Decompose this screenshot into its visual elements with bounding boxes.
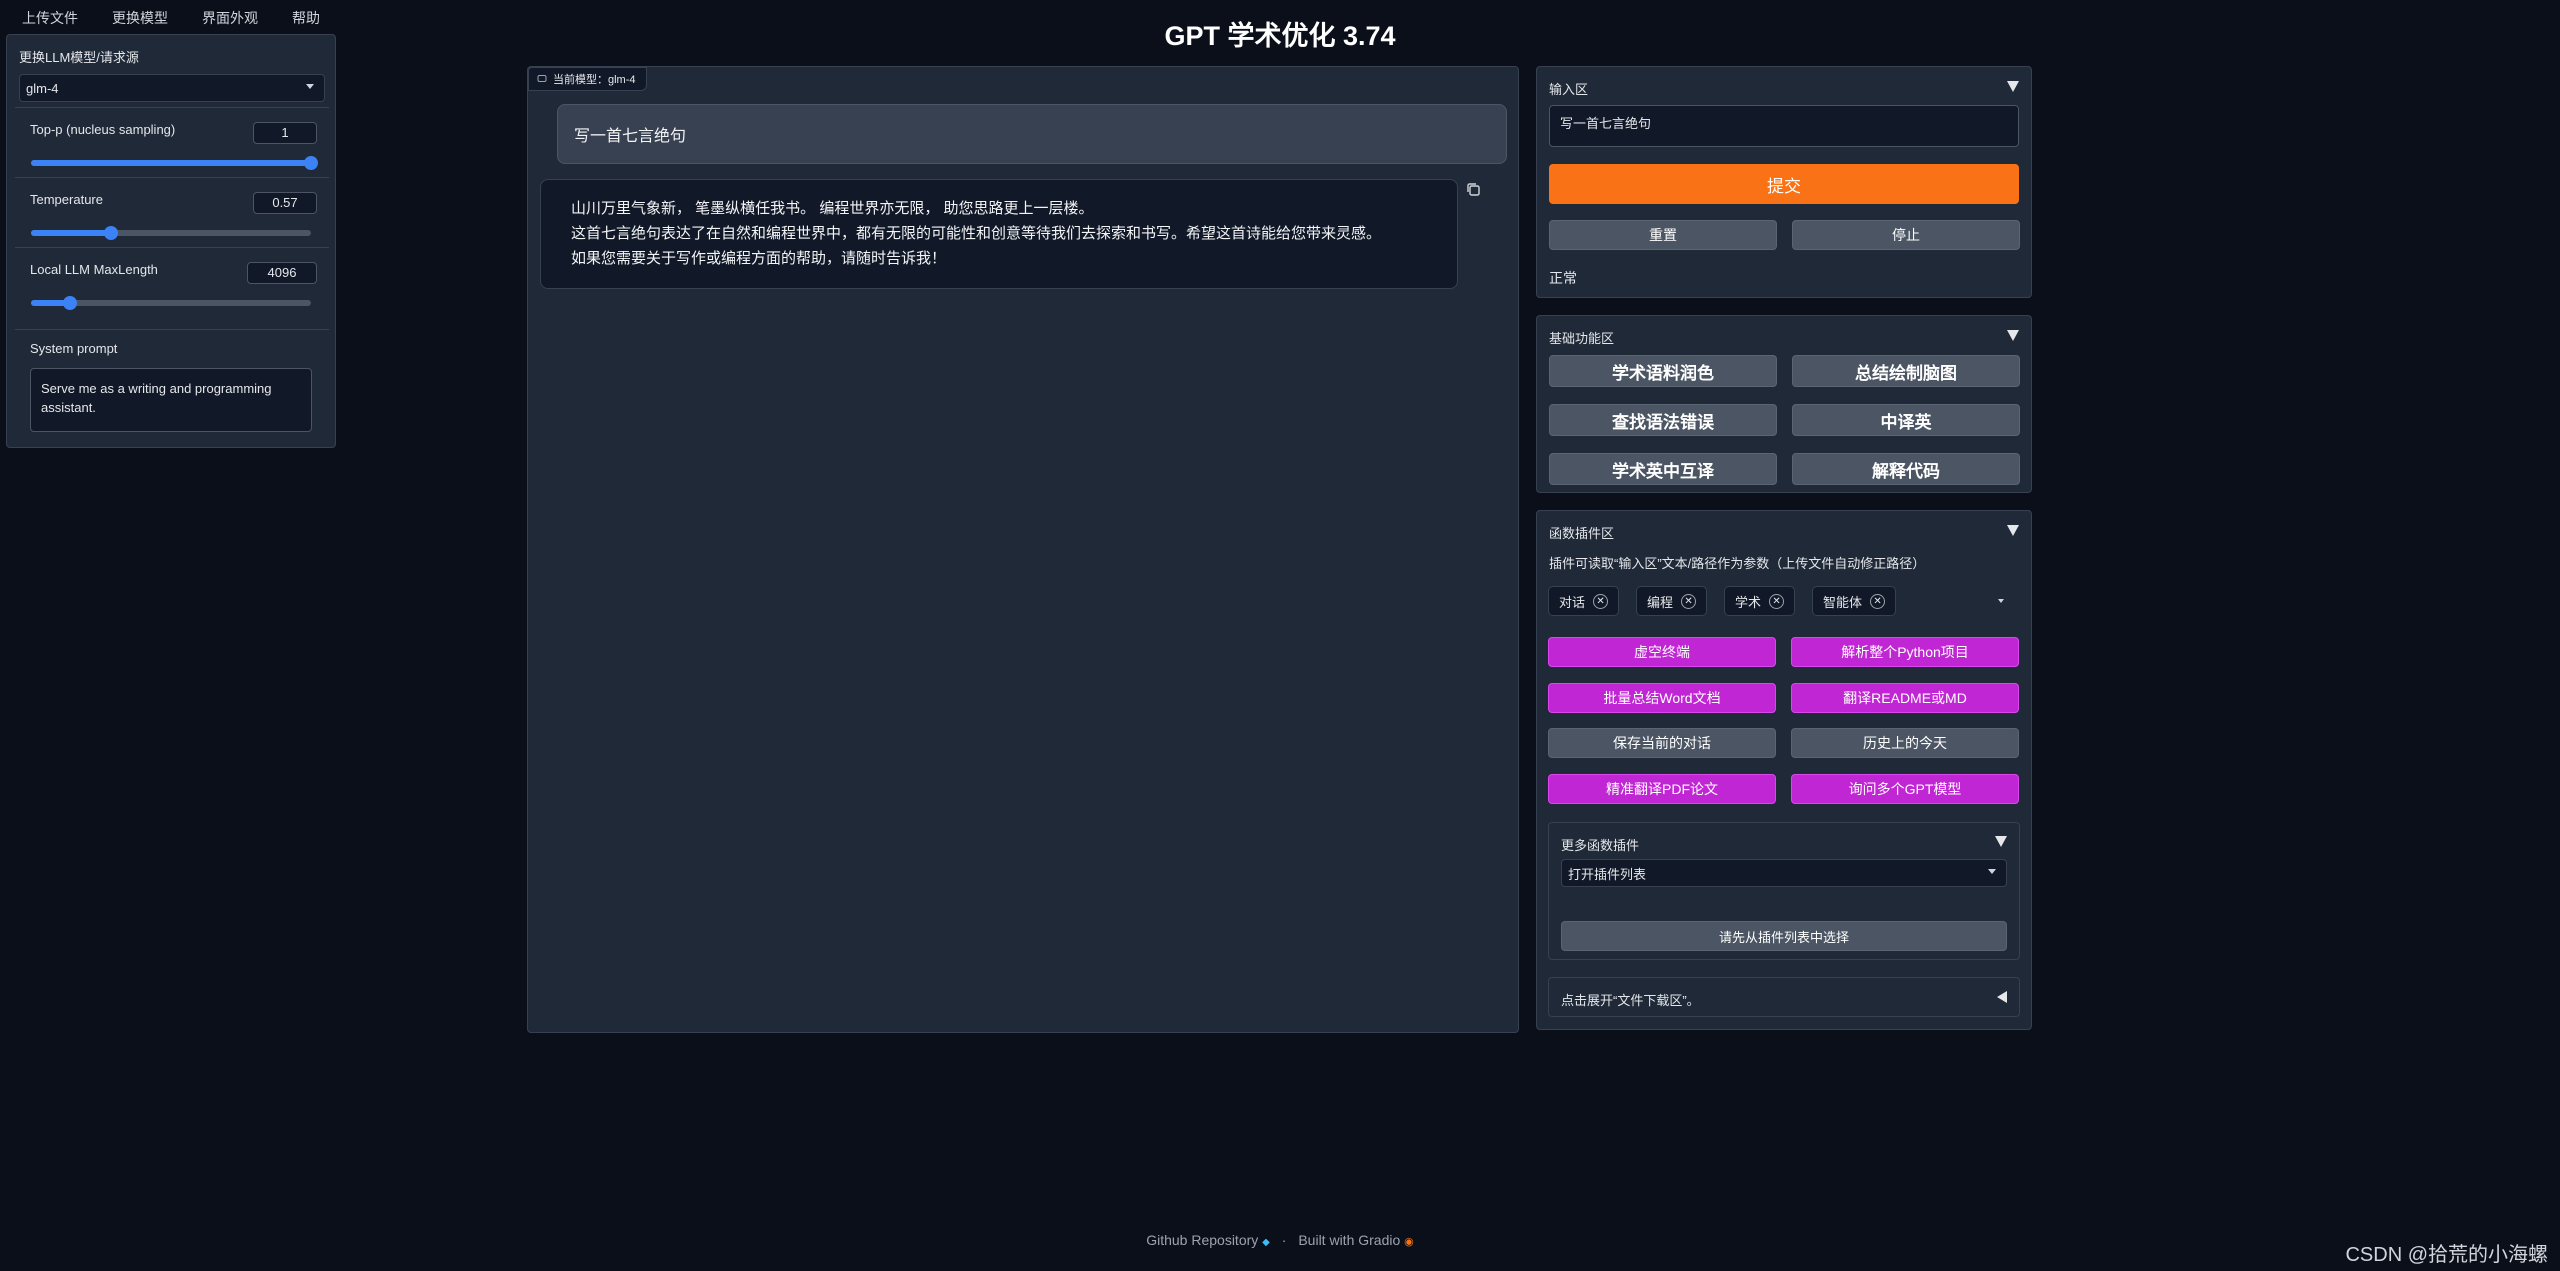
chevron-down-icon: [1988, 869, 1996, 874]
footer-separator: ·: [1281, 1232, 1287, 1248]
plugins-hint: 插件可读取“输入区”文本/路径作为参数（上传文件自动修正路径）: [1549, 556, 1926, 571]
collapse-triangle-icon[interactable]: [2007, 81, 2019, 92]
status-text: 正常: [1549, 270, 1577, 286]
bot-message-line: 山川万里气象新， 笔墨纵横任我书。 编程世界亦无限， 助您思路更上一层楼。: [571, 200, 1094, 217]
plugin-list-select-value: 打开插件列表: [1568, 866, 1647, 882]
settings-panel: 更换LLM模型/请求源 glm-4 Top-p (nucleus samplin…: [6, 34, 336, 448]
github-link[interactable]: Github Repository: [1146, 1232, 1258, 1248]
zh-to-en-button[interactable]: 中译英: [1792, 404, 2020, 436]
current-model-text: 当前模型：glm-4: [553, 74, 636, 86]
current-model-tag: 当前模型：glm-4: [528, 67, 647, 91]
more-plugins-panel: 更多函数插件 打开插件列表 请先从插件列表中选择: [1548, 822, 2020, 960]
plugin-pdf-translate-button[interactable]: 精准翻译PDF论文: [1548, 774, 1776, 804]
gradio-link[interactable]: Built with Gradio: [1298, 1232, 1400, 1248]
page-title: GPT 学术优化 3.74: [1164, 21, 1396, 51]
top-p-setting: Top-p (nucleus sampling) 1: [15, 107, 329, 177]
mindmap-button[interactable]: 总结绘制脑图: [1792, 355, 2020, 387]
plugin-multi-gpt-button[interactable]: 询问多个GPT模型: [1791, 774, 2019, 804]
collapse-triangle-icon[interactable]: [2007, 525, 2019, 536]
plugin-translate-readme-button[interactable]: 翻译README或MD: [1791, 683, 2019, 713]
top-p-label: Top-p (nucleus sampling): [30, 122, 176, 137]
top-p-slider[interactable]: [31, 156, 318, 170]
basic-functions-title: 基础功能区: [1549, 331, 1615, 346]
plugin-virtual-terminal-button[interactable]: 虚空终端: [1548, 637, 1776, 667]
temperature-label: Temperature: [30, 192, 103, 207]
grammar-button[interactable]: 查找语法错误: [1549, 404, 1777, 436]
top-p-input[interactable]: 1: [253, 122, 317, 144]
user-message: 写一首七言绝句: [557, 104, 1507, 164]
submit-button[interactable]: 提交: [1549, 164, 2019, 204]
more-plugins-title: 更多函数插件: [1561, 838, 1640, 853]
copy-icon[interactable]: [1465, 181, 1483, 199]
temperature-slider-fill: [31, 230, 111, 236]
plugin-word-summary-button[interactable]: 批量总结Word文档: [1548, 683, 1776, 713]
model-select-value: glm-4: [26, 80, 59, 96]
main-input[interactable]: 写一首七言绝句: [1549, 105, 2019, 147]
footer: Github Repository ◆ · Built with Gradio …: [0, 1232, 2560, 1248]
input-area-title: 输入区: [1549, 82, 1589, 97]
plugins-title: 函数插件区: [1549, 526, 1615, 541]
model-select[interactable]: glm-4: [19, 74, 325, 102]
user-message-text: 写一首七言绝句: [574, 128, 687, 145]
chevron-down-icon[interactable]: [1998, 599, 2004, 603]
close-icon[interactable]: ✕: [1681, 593, 1697, 609]
plugin-tag: 对话 ✕: [1548, 586, 1620, 616]
bot-message-line: 这首七言绝句表达了在自然和编程世界中，都有无限的可能性和创意等待我们去探索和书写…: [571, 225, 1382, 242]
watermark: CSDN @拾荒的小海螺: [2345, 1244, 2548, 1266]
max-length-label: Local LLM MaxLength: [30, 262, 158, 277]
download-area-toggle[interactable]: 点击展开“文件下载区”。: [1548, 977, 2020, 1017]
reset-button[interactable]: 重置: [1549, 220, 1777, 250]
plugin-tag-label: 学术: [1735, 594, 1762, 610]
max-length-input[interactable]: 4096: [247, 262, 317, 284]
basic-functions-panel: 基础功能区 学术语料润色 总结绘制脑图 查找语法错误 中译英 学术英中互译 解释…: [1536, 315, 2032, 493]
collapse-triangle-icon[interactable]: [1995, 836, 2007, 847]
top-p-slider-fill: [31, 160, 311, 166]
polish-button[interactable]: 学术语料润色: [1549, 355, 1777, 387]
chat-bubble-icon: [537, 75, 547, 82]
plugin-save-chat-button[interactable]: 保存当前的对话: [1548, 728, 1776, 758]
bot-message-line: 如果您需要关于写作或编程方面的帮助，请随时告诉我！: [571, 250, 947, 267]
temperature-slider[interactable]: [31, 226, 311, 240]
system-prompt-input[interactable]: Serve me as a writing and programming as…: [30, 368, 312, 432]
system-prompt-label: System prompt: [30, 341, 118, 356]
close-icon[interactable]: ✕: [1769, 593, 1785, 609]
model-select-label: 更换LLM模型/请求源: [19, 50, 139, 65]
plugin-list-select[interactable]: 打开插件列表: [1561, 859, 2007, 887]
gradio-logo-icon: ◉: [1404, 1236, 1414, 1248]
github-icon: ◆: [1262, 1237, 1270, 1248]
stop-button[interactable]: 停止: [1792, 220, 2020, 250]
max-length-setting: Local LLM MaxLength 4096: [15, 247, 329, 317]
top-p-slider-thumb[interactable]: [304, 156, 318, 170]
close-icon[interactable]: ✕: [1593, 593, 1609, 609]
expand-triangle-icon: [1997, 991, 2007, 1003]
max-length-slider[interactable]: [31, 296, 311, 310]
chevron-down-icon: [306, 84, 314, 89]
collapse-triangle-icon[interactable]: [2007, 330, 2019, 341]
run-selected-plugin-button[interactable]: 请先从插件列表中选择: [1561, 921, 2007, 951]
plugin-tag-label: 智能体: [1823, 594, 1863, 610]
temperature-slider-thumb[interactable]: [103, 226, 118, 240]
close-icon[interactable]: ✕: [1870, 593, 1886, 609]
plugin-tag: 智能体 ✕: [1812, 586, 1897, 616]
system-prompt-setting: System prompt Serve me as a writing and …: [15, 329, 329, 439]
explain-code-button[interactable]: 解释代码: [1792, 453, 2020, 485]
plugin-tag-label: 对话: [1559, 594, 1586, 610]
plugin-tag: 学术 ✕: [1724, 586, 1796, 616]
plugin-today-history-button[interactable]: 历史上的今天: [1791, 728, 2019, 758]
temperature-input[interactable]: 0.57: [253, 192, 317, 214]
plugin-tag: 编程 ✕: [1636, 586, 1708, 616]
plugin-tag-label: 编程: [1647, 594, 1674, 610]
max-length-slider-thumb[interactable]: [63, 296, 78, 310]
academic-translate-button[interactable]: 学术英中互译: [1549, 453, 1777, 485]
chat-panel: 当前模型：glm-4 写一首七言绝句 山川万里气象新， 笔墨纵横任我书。 编程世…: [527, 66, 1519, 1033]
input-area-panel: 输入区 写一首七言绝句 提交 重置 停止 正常: [1536, 66, 2032, 298]
temperature-setting: Temperature 0.57: [15, 177, 329, 247]
bot-message: 山川万里气象新， 笔墨纵横任我书。 编程世界亦无限， 助您思路更上一层楼。 这首…: [540, 179, 1458, 289]
plugin-parse-python-button[interactable]: 解析整个Python项目: [1791, 637, 2019, 667]
download-area-label: 点击展开“文件下载区”。: [1561, 993, 1700, 1008]
